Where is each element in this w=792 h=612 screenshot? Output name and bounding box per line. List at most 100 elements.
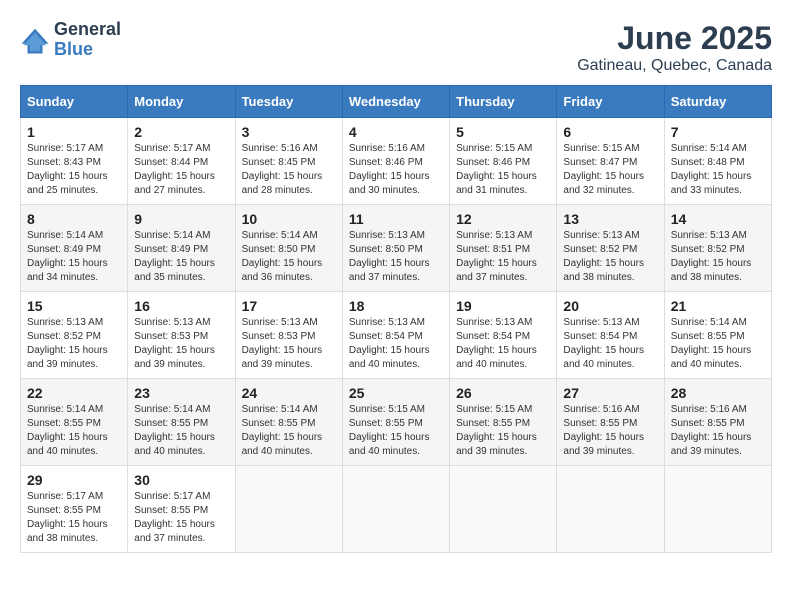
cell-details: Sunrise: 5:17 AMSunset: 8:55 PMDaylight:… xyxy=(134,490,228,546)
col-monday: Monday xyxy=(128,86,235,118)
calendar-row: 15Sunrise: 5:13 AMSunset: 8:52 PMDayligh… xyxy=(21,292,772,379)
day-number: 29 xyxy=(27,472,121,488)
day-number: 1 xyxy=(27,124,121,140)
cell-details: Sunrise: 5:13 AMSunset: 8:50 PMDaylight:… xyxy=(349,229,443,285)
cell-details: Sunrise: 5:16 AMSunset: 8:46 PMDaylight:… xyxy=(349,142,443,198)
cell-details: Sunrise: 5:16 AMSunset: 8:45 PMDaylight:… xyxy=(242,142,336,198)
day-number: 14 xyxy=(671,211,765,227)
logo-general-text: General xyxy=(54,20,121,40)
cell-details: Sunrise: 5:14 AMSunset: 8:55 PMDaylight:… xyxy=(27,403,121,459)
cell-details: Sunrise: 5:13 AMSunset: 8:51 PMDaylight:… xyxy=(456,229,550,285)
calendar-cell: 1 Sunrise: 5:17 AMSunset: 8:43 PMDaylight… xyxy=(21,118,128,205)
col-thursday: Thursday xyxy=(450,86,557,118)
day-number: 21 xyxy=(671,298,765,314)
calendar-row: 8Sunrise: 5:14 AMSunset: 8:49 PMDaylight… xyxy=(21,205,772,292)
cell-details: Sunrise: 5:13 AMSunset: 8:54 PMDaylight:… xyxy=(456,316,550,372)
calendar-cell: 16 Sunrise: 5:13 AMSunset: 8:53 PMDayligh… xyxy=(128,292,235,379)
calendar-cell xyxy=(664,466,771,553)
cell-details: Sunrise: 5:14 AMSunset: 8:48 PMDaylight:… xyxy=(671,142,765,198)
cell-details: Sunrise: 5:13 AMSunset: 8:53 PMDaylight:… xyxy=(242,316,336,372)
col-saturday: Saturday xyxy=(664,86,771,118)
cell-details: Sunrise: 5:13 AMSunset: 8:54 PMDaylight:… xyxy=(349,316,443,372)
calendar-cell: 20 Sunrise: 5:13 AMSunset: 8:54 PMDayligh… xyxy=(557,292,664,379)
day-number: 18 xyxy=(349,298,443,314)
day-number: 11 xyxy=(349,211,443,227)
cell-details: Sunrise: 5:13 AMSunset: 8:54 PMDaylight:… xyxy=(563,316,657,372)
cell-details: Sunrise: 5:14 AMSunset: 8:55 PMDaylight:… xyxy=(134,403,228,459)
month-title: June 2025 xyxy=(577,20,772,57)
calendar-cell: 17Sunrise: 5:13 AMSunset: 8:53 PMDayligh… xyxy=(235,292,342,379)
calendar-row: 1 Sunrise: 5:17 AMSunset: 8:43 PMDaylight… xyxy=(21,118,772,205)
calendar-cell: 14Sunrise: 5:13 AMSunset: 8:52 PMDayligh… xyxy=(664,205,771,292)
calendar-cell: 7 Sunrise: 5:14 AMSunset: 8:48 PMDaylight… xyxy=(664,118,771,205)
day-number: 26 xyxy=(456,385,550,401)
location-text: Gatineau, Quebec, Canada xyxy=(577,57,772,75)
calendar-cell: 6Sunrise: 5:15 AMSunset: 8:47 PMDaylight… xyxy=(557,118,664,205)
cell-details: Sunrise: 5:13 AMSunset: 8:52 PMDaylight:… xyxy=(563,229,657,285)
cell-details: Sunrise: 5:16 AMSunset: 8:55 PMDaylight:… xyxy=(563,403,657,459)
day-number: 22 xyxy=(27,385,121,401)
calendar-cell: 21Sunrise: 5:14 AMSunset: 8:55 PMDayligh… xyxy=(664,292,771,379)
day-number: 13 xyxy=(563,211,657,227)
calendar-cell: 2 Sunrise: 5:17 AMSunset: 8:44 PMDaylight… xyxy=(128,118,235,205)
calendar-cell xyxy=(235,466,342,553)
cell-details: Sunrise: 5:15 AMSunset: 8:46 PMDaylight:… xyxy=(456,142,550,198)
day-number: 9 xyxy=(134,211,228,227)
calendar-cell: 9 Sunrise: 5:14 AMSunset: 8:49 PMDaylight… xyxy=(128,205,235,292)
col-tuesday: Tuesday xyxy=(235,86,342,118)
col-sunday: Sunday xyxy=(21,86,128,118)
calendar-cell: 23Sunrise: 5:14 AMSunset: 8:55 PMDayligh… xyxy=(128,379,235,466)
day-number: 2 xyxy=(134,124,228,140)
cell-details: Sunrise: 5:17 AMSunset: 8:43 PMDaylight:… xyxy=(27,142,121,198)
day-number: 24 xyxy=(242,385,336,401)
calendar-cell xyxy=(557,466,664,553)
day-number: 19 xyxy=(456,298,550,314)
day-number: 15 xyxy=(27,298,121,314)
day-number: 27 xyxy=(563,385,657,401)
col-wednesday: Wednesday xyxy=(342,86,449,118)
day-number: 28 xyxy=(671,385,765,401)
calendar-cell: 25 Sunrise: 5:15 AMSunset: 8:55 PMDayligh… xyxy=(342,379,449,466)
calendar-cell: 13 Sunrise: 5:13 AMSunset: 8:52 PMDayligh… xyxy=(557,205,664,292)
calendar-cell: 11 Sunrise: 5:13 AMSunset: 8:50 PMDayligh… xyxy=(342,205,449,292)
cell-details: Sunrise: 5:14 AMSunset: 8:50 PMDaylight:… xyxy=(242,229,336,285)
calendar-cell: 10Sunrise: 5:14 AMSunset: 8:50 PMDayligh… xyxy=(235,205,342,292)
calendar-cell: 22 Sunrise: 5:14 AMSunset: 8:55 PMDayligh… xyxy=(21,379,128,466)
logo-text: General Blue xyxy=(54,20,121,60)
cell-details: Sunrise: 5:17 AMSunset: 8:55 PMDaylight:… xyxy=(27,490,121,546)
calendar-cell: 4 Sunrise: 5:16 AMSunset: 8:46 PMDaylight… xyxy=(342,118,449,205)
logo-blue-text: Blue xyxy=(54,40,121,60)
col-friday: Friday xyxy=(557,86,664,118)
day-number: 4 xyxy=(349,124,443,140)
calendar-cell: 24 Sunrise: 5:14 AMSunset: 8:55 PMDayligh… xyxy=(235,379,342,466)
title-area: June 2025 Gatineau, Quebec, Canada xyxy=(577,20,772,75)
calendar-cell: 5Sunrise: 5:15 AMSunset: 8:46 PMDaylight… xyxy=(450,118,557,205)
day-number: 12 xyxy=(456,211,550,227)
cell-details: Sunrise: 5:14 AMSunset: 8:55 PMDaylight:… xyxy=(242,403,336,459)
calendar-cell: 12 Sunrise: 5:13 AMSunset: 8:51 PMDayligh… xyxy=(450,205,557,292)
day-number: 3 xyxy=(242,124,336,140)
day-number: 6 xyxy=(563,124,657,140)
calendar-table: Sunday Monday Tuesday Wednesday Thursday… xyxy=(20,85,772,553)
cell-details: Sunrise: 5:17 AMSunset: 8:44 PMDaylight:… xyxy=(134,142,228,198)
day-number: 7 xyxy=(671,124,765,140)
cell-details: Sunrise: 5:15 AMSunset: 8:55 PMDaylight:… xyxy=(456,403,550,459)
calendar-cell: 3 Sunrise: 5:16 AMSunset: 8:45 PMDaylight… xyxy=(235,118,342,205)
day-number: 20 xyxy=(563,298,657,314)
cell-details: Sunrise: 5:15 AMSunset: 8:55 PMDaylight:… xyxy=(349,403,443,459)
calendar-cell: 27 Sunrise: 5:16 AMSunset: 8:55 PMDayligh… xyxy=(557,379,664,466)
calendar-cell xyxy=(342,466,449,553)
cell-details: Sunrise: 5:14 AMSunset: 8:49 PMDaylight:… xyxy=(27,229,121,285)
calendar-cell: 18 Sunrise: 5:13 AMSunset: 8:54 PMDayligh… xyxy=(342,292,449,379)
day-number: 30 xyxy=(134,472,228,488)
cell-details: Sunrise: 5:13 AMSunset: 8:53 PMDaylight:… xyxy=(134,316,228,372)
cell-details: Sunrise: 5:14 AMSunset: 8:49 PMDaylight:… xyxy=(134,229,228,285)
calendar-body: 1 Sunrise: 5:17 AMSunset: 8:43 PMDaylight… xyxy=(21,118,772,553)
page-header: General Blue June 2025 Gatineau, Quebec,… xyxy=(20,20,772,75)
calendar-cell: 28Sunrise: 5:16 AMSunset: 8:55 PMDayligh… xyxy=(664,379,771,466)
calendar-cell xyxy=(450,466,557,553)
day-number: 16 xyxy=(134,298,228,314)
day-number: 25 xyxy=(349,385,443,401)
calendar-cell: 30 Sunrise: 5:17 AMSunset: 8:55 PMDayligh… xyxy=(128,466,235,553)
calendar-cell: 26 Sunrise: 5:15 AMSunset: 8:55 PMDayligh… xyxy=(450,379,557,466)
